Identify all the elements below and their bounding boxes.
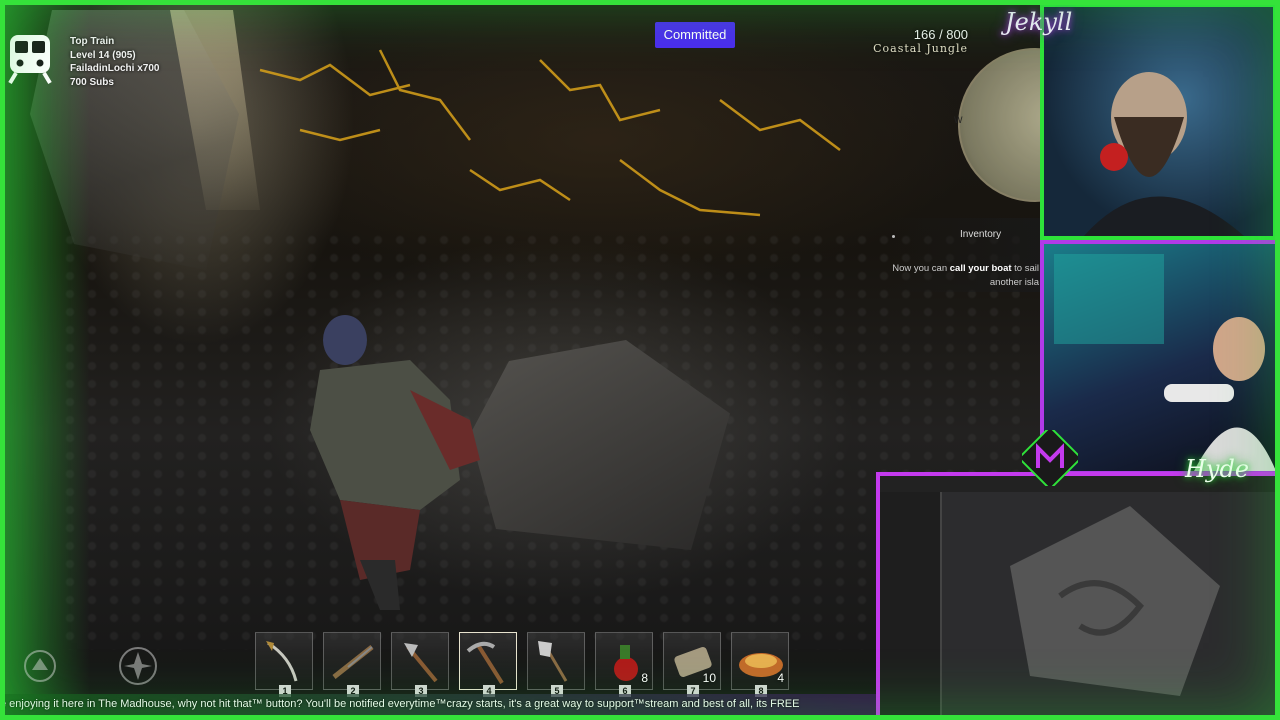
top-train-subs: 700 Subs xyxy=(70,76,114,88)
ticker-text: e enjoying it here in The Madhouse, why … xyxy=(0,698,800,710)
hotbar-slot-6[interactable]: 6 8 xyxy=(595,632,653,697)
ability-icon-2[interactable] xyxy=(116,644,160,688)
top-train-level: Level 14 (905) xyxy=(70,49,136,61)
progress-counter: 166 / 800 xyxy=(913,27,968,42)
slot-count-8: 4 xyxy=(777,671,784,685)
madhouse-logo-icon xyxy=(1022,430,1078,486)
player-character xyxy=(310,315,480,610)
top-train-conductor: FailadinLochi x700 xyxy=(70,63,160,74)
train-icon xyxy=(8,35,52,85)
minimap-compass-west: W xyxy=(954,115,963,125)
top-train-title: Top Train xyxy=(70,36,115,47)
left-green-glow xyxy=(0,0,90,720)
notification-highlight: call your boat xyxy=(949,263,1012,274)
gold-ore-veins xyxy=(259,49,841,217)
notification-line-2: another isla xyxy=(989,277,1039,288)
hotbar-slot-4[interactable]: 4 xyxy=(459,632,517,697)
notification-text: Now you can xyxy=(892,263,950,274)
cam-label-jekyll: Jekyll xyxy=(1005,8,1073,36)
streamer-silhouette-2 xyxy=(1054,254,1276,471)
musket-icon xyxy=(332,645,374,679)
shared-screen-3d-modeler xyxy=(876,472,1280,720)
axe-icon xyxy=(404,643,438,683)
slot-count-6: 8 xyxy=(641,671,648,685)
streamer-silhouette xyxy=(1084,72,1244,236)
notification-text-end: to sail xyxy=(1011,263,1039,274)
hotbar-slot-7[interactable]: 7 10 xyxy=(663,632,721,697)
webcam-jekyll xyxy=(1040,3,1277,240)
saber-icon xyxy=(266,641,298,682)
hotbar-slot-1[interactable]: 1 xyxy=(255,632,313,697)
top-train-info: Top Train Level 14 (905) FailadinLochi x… xyxy=(70,35,159,89)
ability-icon[interactable] xyxy=(22,648,58,684)
pickaxe-icon xyxy=(466,641,504,685)
hotbar-slot-2[interactable]: 2 xyxy=(323,632,381,697)
slot-count-7: 10 xyxy=(702,671,716,685)
hotbar-slot-5[interactable]: 5 xyxy=(527,632,585,697)
hotbar-slot-3[interactable]: 3 xyxy=(391,632,449,697)
notification-line-1: Now you can call your boat to sail xyxy=(889,263,1039,274)
hotbar-slot-8[interactable]: 8 4 xyxy=(731,632,789,697)
notification-bullet xyxy=(892,235,895,238)
cam-label-hyde: Hyde xyxy=(1185,455,1250,483)
committed-button[interactable]: Committed xyxy=(655,22,735,48)
stream-ticker: e enjoying it here in The Madhouse, why … xyxy=(0,694,880,716)
modeler-window xyxy=(880,476,1276,716)
notification-title: Inventory xyxy=(960,229,1002,240)
shovel-icon xyxy=(538,641,568,682)
region-name: Coastal Jungle xyxy=(873,42,968,55)
